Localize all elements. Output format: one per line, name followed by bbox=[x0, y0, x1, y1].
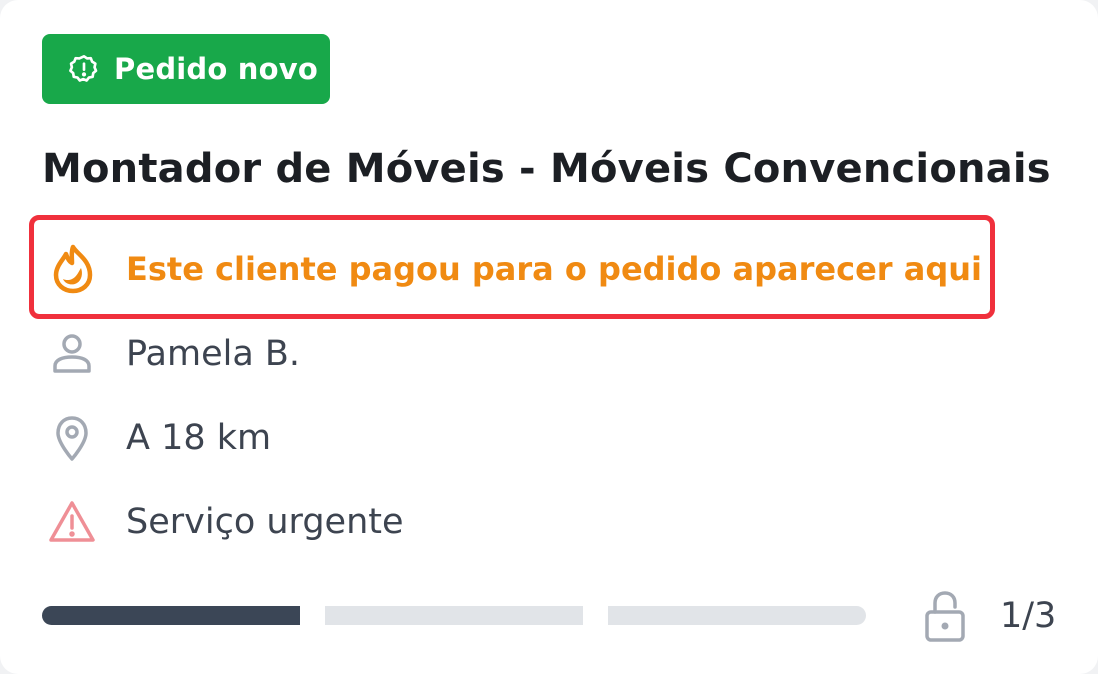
lock-icon bbox=[925, 591, 965, 642]
new-order-badge: Pedido novo bbox=[42, 34, 330, 104]
distance-row: A 18 km bbox=[48, 414, 271, 462]
promo-notice: Este cliente pagou para o pedido aparece… bbox=[50, 244, 982, 294]
user-icon bbox=[53, 334, 91, 373]
progress-segment bbox=[42, 606, 300, 625]
alert-badge-icon bbox=[69, 55, 98, 82]
new-order-badge-label: Pedido novo bbox=[114, 52, 318, 86]
progress-counter: 1/3 bbox=[1000, 596, 1057, 636]
distance-text: A 18 km bbox=[126, 418, 272, 458]
order-card[interactable]: Pedido novo Montador de Móveis - Móveis … bbox=[0, 0, 1098, 674]
promo-text: Este cliente pagou para o pedido aparece… bbox=[126, 250, 982, 288]
urgency-row: Serviço urgente bbox=[48, 498, 404, 546]
progress-segment bbox=[608, 606, 866, 625]
warning-icon bbox=[49, 501, 95, 542]
urgency-text: Serviço urgente bbox=[126, 502, 404, 542]
location-pin-icon bbox=[56, 416, 88, 461]
client-name: Pamela B. bbox=[126, 334, 301, 374]
client-row: Pamela B. bbox=[48, 330, 300, 378]
progress-segment bbox=[325, 606, 583, 625]
flame-icon bbox=[53, 244, 93, 294]
service-title: Montador de Móveis - Móveis Convencionai… bbox=[42, 146, 1051, 192]
